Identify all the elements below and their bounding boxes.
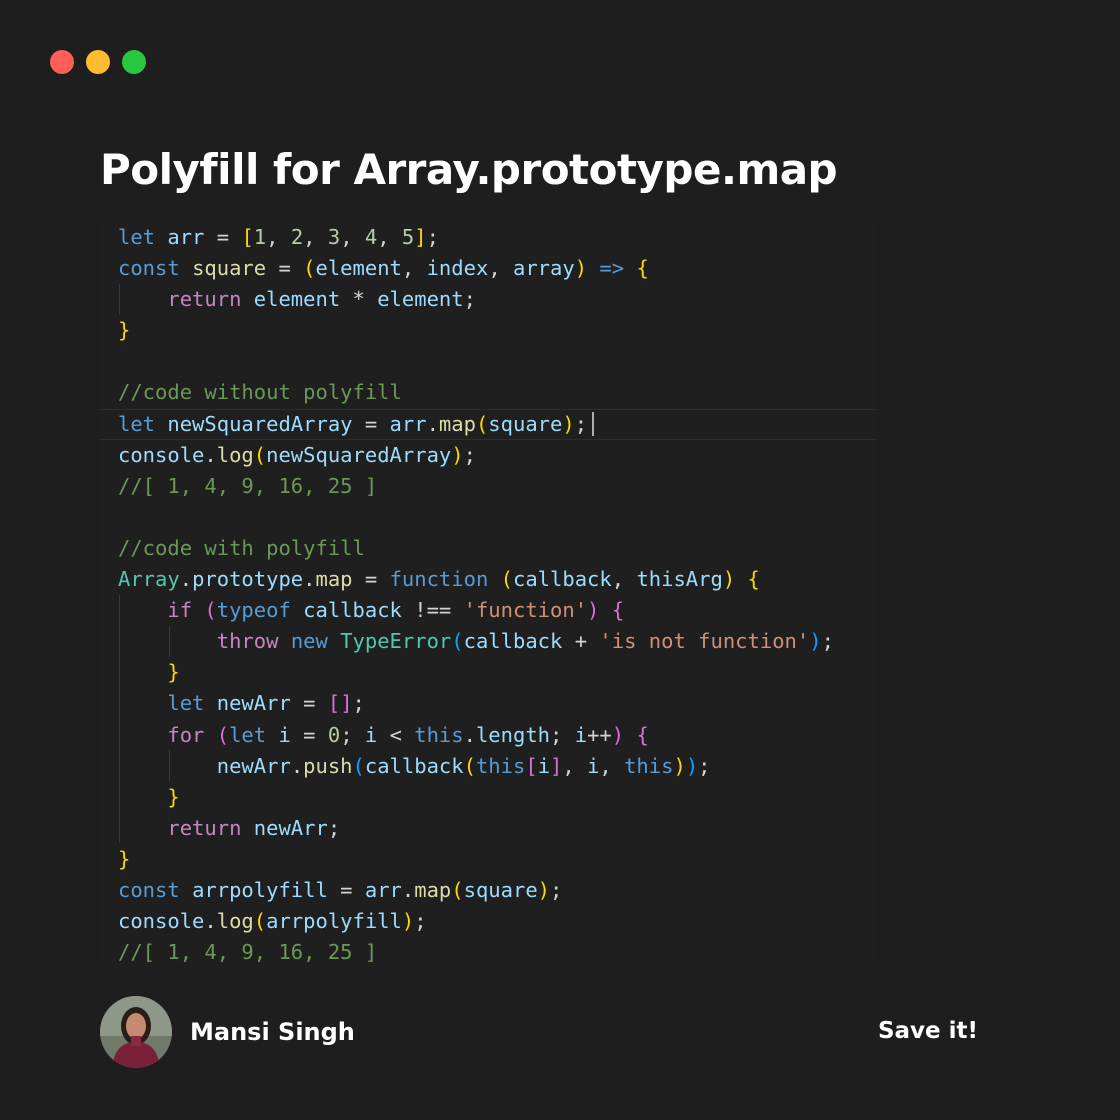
code-line: let newSquaredArray = arr.map(square); [118,411,588,436]
code-line: newArr.push(callback(this[i], i, this)); [216,753,711,778]
save-it-label: Save it! [877,1018,978,1044]
author-name: Mansi Singh [190,1018,355,1046]
code-line: throw new TypeError(callback + 'is not f… [216,629,834,654]
code-line: const square = (element, index, array) =… [118,256,649,281]
code-line: return element * element; [167,287,476,312]
code-line: } [118,846,131,871]
maximize-window-button[interactable] [122,50,146,74]
close-window-button[interactable] [50,50,74,74]
code-editor[interactable]: let arr = [1, 2, 3, 4, 5]; const square =… [100,222,876,966]
code-line: } [167,660,180,685]
code-line: //code with polyfill [118,535,365,560]
code-line: //[ 1, 4, 9, 16, 25 ] [118,473,378,498]
code-line: console.log(arrpolyfill); [118,909,427,934]
code-line: if (typeof callback !== 'function') { [167,598,625,623]
code-line: const arrpolyfill = arr.map(square); [118,877,563,902]
code-line: Array.prototype.map = function (callback… [118,567,760,592]
code-line: } [167,784,180,809]
minimize-window-button[interactable] [86,50,110,74]
code-line: console.log(newSquaredArray); [118,442,476,467]
code-line: let arr = [1, 2, 3, 4, 5]; [118,225,439,249]
code-line: } [118,318,131,343]
window-controls [50,50,146,74]
avatar [100,996,172,1068]
author-footer: Mansi Singh [100,996,355,1068]
code-block: let arr = [1, 2, 3, 4, 5]; const square =… [118,222,834,968]
code-line: //[ 1, 4, 9, 16, 25 ] [118,940,378,965]
code-line: return newArr; [167,815,341,840]
code-line: for (let i = 0; i < this.length; i++) { [167,722,649,747]
code-line: //code without polyfill [118,380,402,405]
page-title: Polyfill for Array.prototype.map [100,145,838,194]
code-line: let newArr = []; [167,691,365,716]
